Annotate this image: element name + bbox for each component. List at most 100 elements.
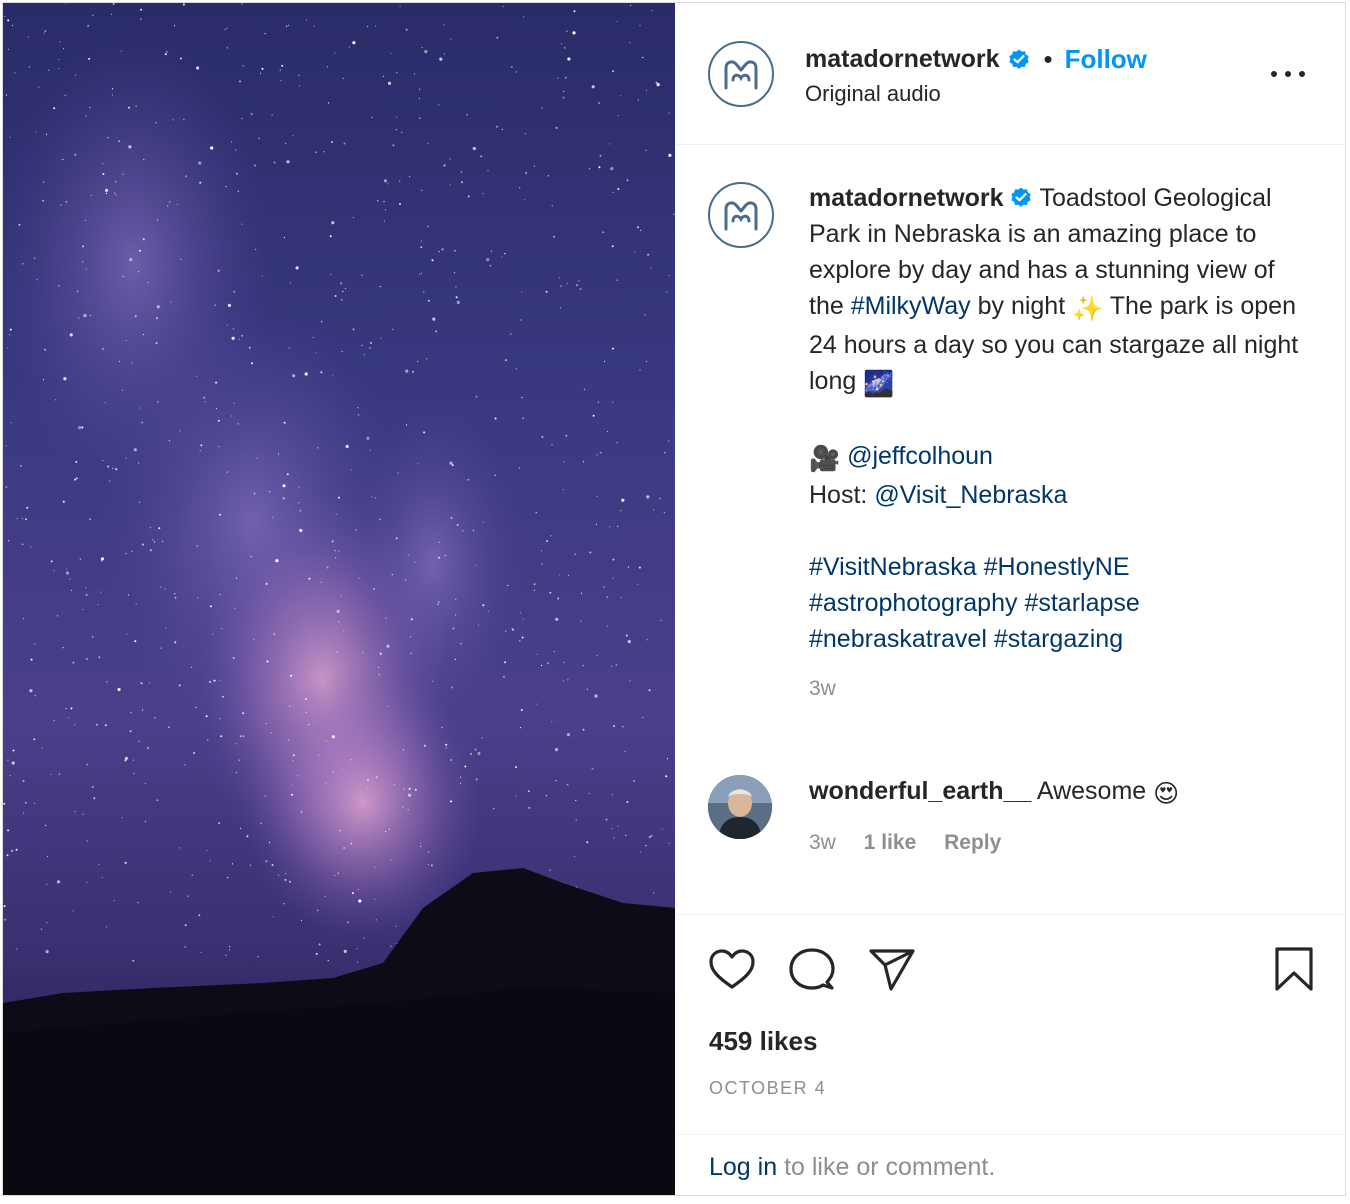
star	[11, 849, 14, 852]
hashtag-link[interactable]: #starlapse	[1024, 589, 1139, 617]
star	[325, 782, 327, 784]
star	[270, 732, 272, 734]
comment-bubble-icon[interactable]	[787, 945, 837, 995]
star	[101, 560, 103, 562]
star	[44, 30, 47, 32]
star	[283, 236, 285, 239]
star	[82, 813, 84, 815]
star	[132, 959, 135, 962]
comment-timestamp[interactable]: 3w	[809, 831, 836, 854]
star	[456, 300, 460, 304]
star	[86, 840, 88, 842]
star	[134, 640, 137, 643]
star	[268, 841, 271, 844]
star	[149, 527, 151, 529]
star	[586, 688, 588, 690]
bookmark-icon[interactable]	[1269, 945, 1319, 995]
star	[637, 226, 639, 229]
star	[144, 782, 146, 784]
star	[23, 812, 25, 814]
star	[34, 643, 36, 645]
header-username[interactable]: matadornetwork	[805, 45, 999, 74]
star	[551, 205, 553, 207]
star	[148, 682, 151, 684]
star	[27, 36, 29, 38]
caption-avatar[interactable]	[708, 182, 774, 248]
star	[616, 441, 618, 444]
star	[331, 735, 335, 739]
commenter-avatar[interactable]	[708, 775, 772, 839]
star	[472, 529, 474, 531]
star	[605, 818, 608, 821]
comment-likes[interactable]: 1 like	[864, 831, 917, 854]
star	[287, 24, 289, 26]
star	[184, 924, 187, 927]
star	[450, 800, 453, 803]
post-media[interactable]	[3, 3, 675, 1195]
star	[74, 811, 76, 813]
caption-timestamp[interactable]: 3w	[809, 671, 1299, 707]
star	[184, 764, 186, 766]
star	[460, 643, 462, 645]
hashtag-link[interactable]: #MilkyWay	[851, 292, 971, 320]
host-mention-link[interactable]: @Visit_Nebraska	[874, 481, 1067, 509]
more-options-icon[interactable]	[1266, 59, 1310, 89]
star	[522, 618, 524, 620]
star	[421, 47, 423, 49]
star	[153, 541, 156, 543]
matadornetwork-avatar[interactable]	[708, 41, 774, 107]
star	[16, 518, 18, 520]
star	[221, 627, 223, 630]
star	[582, 728, 585, 731]
star	[455, 286, 457, 288]
like-count[interactable]: 459 likes	[709, 1026, 817, 1057]
login-rest-text: to like or comment.	[784, 1153, 996, 1181]
star	[207, 739, 209, 741]
star	[613, 837, 615, 839]
star	[326, 566, 329, 569]
hashtag-link[interactable]: #stargazing	[994, 625, 1123, 653]
follow-button[interactable]: Follow	[1065, 44, 1147, 75]
star	[305, 19, 307, 21]
hashtag-link[interactable]: #astrophotography	[809, 589, 1017, 617]
star	[45, 950, 49, 954]
star	[589, 551, 592, 554]
star	[475, 564, 477, 566]
credit-mention-link[interactable]: @jeffcolhoun	[847, 442, 993, 470]
star	[217, 269, 220, 272]
star	[599, 451, 602, 454]
hashtag-link[interactable]: #VisitNebraska	[809, 553, 977, 581]
post-date[interactable]: OCTOBER 4	[709, 1078, 826, 1099]
hashtag-link[interactable]: #HonestlyNE	[984, 553, 1130, 581]
paper-plane-icon[interactable]	[867, 945, 917, 995]
star	[555, 126, 558, 129]
star	[104, 724, 107, 727]
reply-button[interactable]: Reply	[944, 831, 1001, 854]
star	[74, 74, 77, 76]
star	[138, 249, 141, 252]
star	[317, 447, 319, 449]
star	[666, 758, 669, 760]
star	[53, 720, 55, 722]
star	[50, 773, 52, 776]
star	[174, 593, 176, 595]
star	[124, 759, 127, 762]
star	[9, 334, 11, 336]
star	[193, 752, 196, 754]
star	[233, 290, 236, 293]
star	[184, 946, 186, 948]
commenter-username[interactable]: wonderful_earth__	[809, 777, 1031, 805]
hashtag-link[interactable]: #nebraskatravel	[809, 625, 987, 653]
caption-text: matadornetwork Toadstool Geological Park…	[809, 180, 1299, 707]
audio-label[interactable]: Original audio	[805, 81, 941, 107]
caption-username[interactable]: matadornetwork	[809, 184, 1003, 212]
star	[374, 898, 376, 900]
star	[3, 905, 6, 908]
heart-icon[interactable]	[707, 945, 757, 995]
star	[174, 596, 177, 599]
star	[164, 588, 166, 590]
star	[536, 653, 538, 656]
star	[104, 402, 106, 404]
login-link[interactable]: Log in	[709, 1153, 777, 1181]
star	[616, 20, 618, 23]
